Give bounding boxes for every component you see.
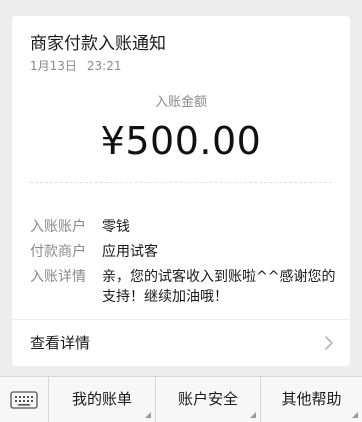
menu-account-security[interactable]: 账户安全 [156,377,261,422]
menu-label: 我的账单 [71,390,132,408]
amount-label: 入账金额 [154,95,207,110]
notification-timestamp: 1月13日 23:21 [30,59,132,73]
detail-row-key: 入账账户 [30,219,86,235]
detail-row-value: 零钱 [102,219,130,235]
notification-date: 1月13日 [30,59,77,73]
bottom-menu-bar: 我的账单 账户安全 其他帮助 [0,376,362,422]
detail-row-value: 亲，您的试客收入到账啦^^感谢您的支持！继续加油哦！ [102,269,336,305]
submenu-indicator-icon [145,412,151,418]
keyboard-toggle-button[interactable] [0,377,49,422]
view-details-label: 查看详情 [30,334,91,352]
menu-label: 其他帮助 [281,390,342,408]
view-details-link[interactable]: 查看详情 [12,320,350,366]
payment-notification-card: 商家付款入账通知 1月13日 23:21 入账金额 ¥500.00 入账账户 零钱… [12,16,350,366]
amount-value: ¥500.00 [100,119,262,163]
detail-row-key: 付款商户 [30,244,86,260]
chevron-right-icon [325,336,333,350]
detail-row-value: 应用试客 [102,244,158,260]
notification-time: 23:21 [86,59,122,73]
menu-other-help[interactable]: 其他帮助 [261,377,362,422]
notification-title: 商家付款入账通知 [30,34,166,54]
menu-my-bills[interactable]: 我的账单 [49,377,156,422]
keyboard-icon [10,391,38,409]
detail-row-key: 入账详情 [30,269,86,285]
menu-label: 账户安全 [177,390,238,408]
submenu-indicator-icon [352,412,358,418]
dashed-divider [30,182,332,183]
submenu-indicator-icon [250,412,256,418]
